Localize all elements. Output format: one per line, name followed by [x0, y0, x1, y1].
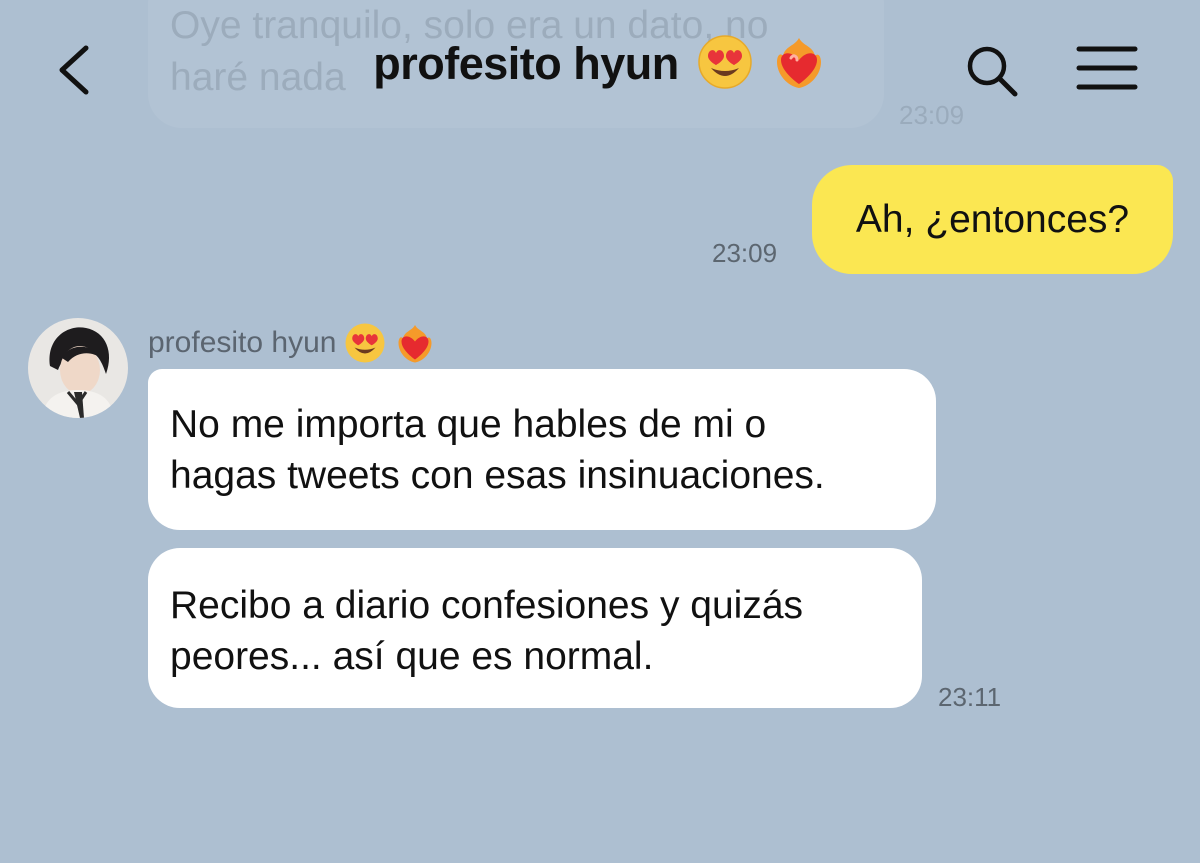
- heart-eyes-emoji-icon: [345, 323, 385, 363]
- search-button[interactable]: [963, 42, 1021, 100]
- menu-button[interactable]: [1076, 45, 1138, 91]
- sender-avatar[interactable]: [28, 318, 128, 418]
- avatar-image: [28, 318, 128, 418]
- chat-title-text: profesito hyun: [373, 38, 679, 89]
- incoming-message-bubble[interactable]: No me importa que hables de mi o hagas t…: [148, 369, 936, 530]
- heart-on-fire-emoji-icon: [776, 38, 821, 89]
- incoming-message-bubble[interactable]: Recibo a diario confesiones y quizás peo…: [148, 548, 922, 708]
- incoming-message-line: hagas tweets con esas insinuaciones.: [170, 454, 825, 497]
- chat-header: profesito hyun: [0, 0, 1200, 140]
- incoming-message-time: 23:11: [938, 682, 1002, 712]
- heart-eyes-emoji-icon: [698, 35, 752, 89]
- heart-on-fire-emoji-icon: [398, 325, 432, 363]
- sender-name-text: profesito hyun: [148, 326, 337, 359]
- outgoing-message-time: 23:09: [712, 238, 778, 268]
- search-icon: [967, 46, 1018, 97]
- hamburger-menu-icon: [1076, 46, 1138, 90]
- outgoing-message-text: Ah, ¿entonces?: [855, 197, 1130, 241]
- incoming-message-line: peores... así que es normal.: [170, 635, 654, 678]
- incoming-message-line: Recibo a diario confesiones y quizás: [170, 584, 804, 627]
- outgoing-message-bubble[interactable]: Ah, ¿entonces?: [812, 165, 1173, 274]
- chat-screen: Oye tranquilo, solo era un dato, no haré…: [0, 0, 1200, 863]
- sender-name: profesito hyun: [148, 322, 436, 364]
- incoming-message-line: No me importa que hables de mi o: [170, 403, 767, 446]
